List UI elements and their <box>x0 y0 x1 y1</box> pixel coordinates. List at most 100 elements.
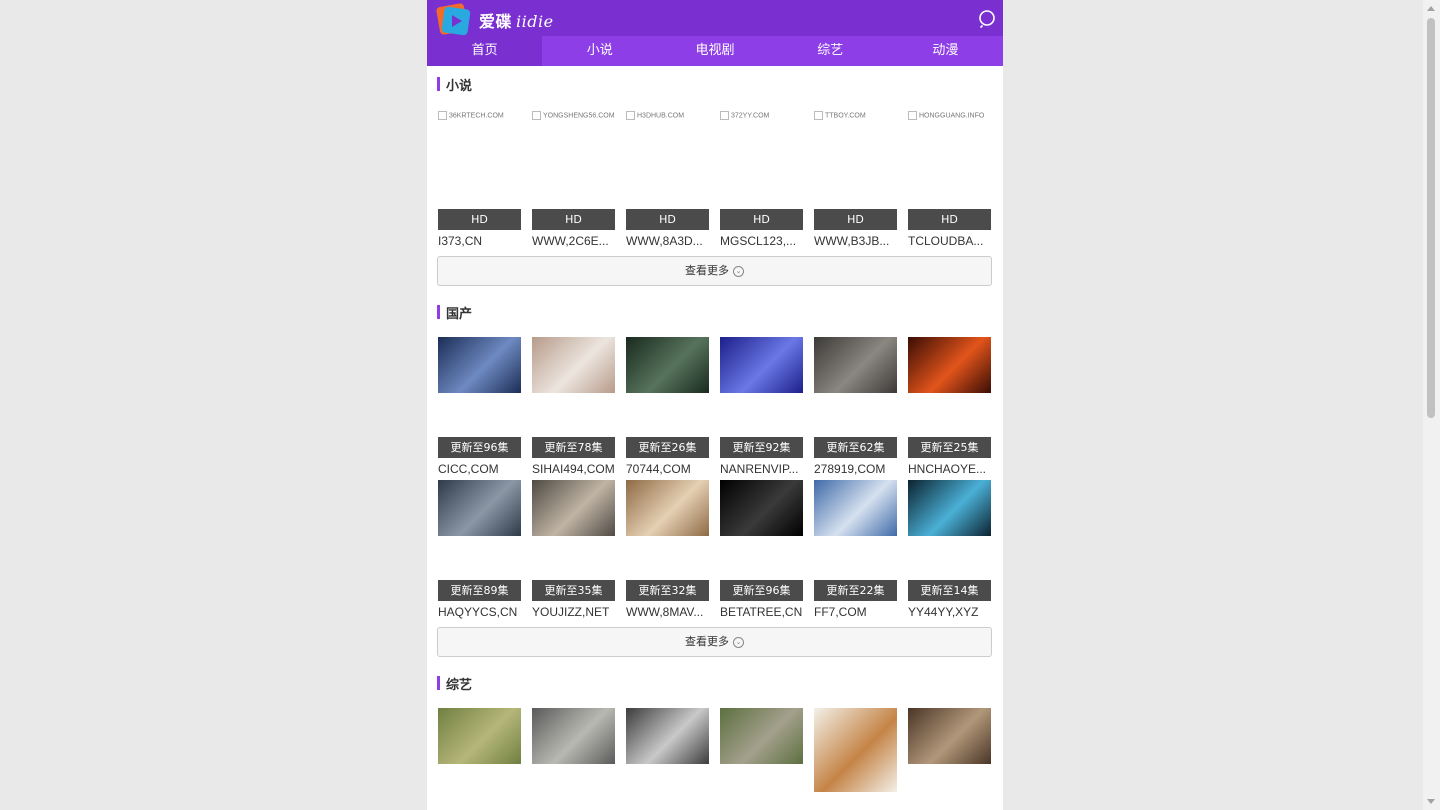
video-title[interactable]: WWW,B3JB... <box>814 230 897 252</box>
video-card[interactable]: 更新至92集 NANRENVIP... <box>720 337 803 480</box>
broken-image-icon <box>532 111 541 120</box>
video-thumbnail[interactable] <box>814 708 897 792</box>
thumbnail-image <box>626 708 709 764</box>
nav-item-anime[interactable]: 动漫 <box>888 36 1003 66</box>
logo-icon[interactable] <box>436 2 472 36</box>
video-title[interactable]: HNCHAOYE... <box>908 458 991 480</box>
video-thumbnail[interactable]: 36KRTECH.COM <box>438 109 521 209</box>
status-badge: 更新至22集 <box>814 580 897 601</box>
video-title[interactable]: YY44YY,XYZ <box>908 601 991 623</box>
video-card[interactable]: 更新至35集 YOUJIZZ,NET <box>532 480 615 623</box>
nav-item-novel[interactable]: 小说 <box>542 36 657 66</box>
video-card[interactable]: HONGGUANG.INFO HD TCLOUDBA... <box>908 109 991 252</box>
video-title[interactable]: BETATREE,CN <box>720 601 803 623</box>
thumbnail-image <box>814 708 897 792</box>
video-card[interactable]: 更新至14集 YY44YY,XYZ <box>908 480 991 623</box>
logo-en: iidie <box>516 12 554 31</box>
video-card[interactable]: H3DHUB.COM HD WWW,8A3D... <box>626 109 709 252</box>
video-card[interactable]: 更新至96集 BETATREE,CN <box>720 480 803 623</box>
video-thumbnail[interactable]: TTBOY.COM <box>814 109 897 209</box>
video-title[interactable]: WWW,8MAV... <box>626 601 709 623</box>
video-card[interactable]: 更新至96集 CICC,COM <box>438 337 521 480</box>
video-title[interactable]: TCLOUDBA... <box>908 230 991 252</box>
video-thumbnail[interactable] <box>908 480 991 580</box>
video-title[interactable]: MGSCL123,... <box>720 230 803 252</box>
video-thumbnail[interactable] <box>720 337 803 437</box>
broken-image-icon <box>626 111 635 120</box>
video-thumbnail[interactable] <box>814 480 897 580</box>
video-card[interactable]: 372YY.COM HD MGSCL123,... <box>720 109 803 252</box>
video-thumbnail[interactable] <box>720 480 803 580</box>
video-card[interactable] <box>626 708 709 792</box>
site-logo-text[interactable]: 爱碟 iidie <box>479 8 554 32</box>
video-title[interactable]: WWW,2C6E... <box>532 230 615 252</box>
video-title[interactable]: YOUJIZZ,NET <box>532 601 615 623</box>
section-title-text: 综艺 <box>446 677 473 693</box>
video-thumbnail[interactable] <box>908 708 991 792</box>
status-badge: 更新至96集 <box>438 437 521 458</box>
status-badge: HD <box>908 209 991 230</box>
video-thumbnail[interactable]: 372YY.COM <box>720 109 803 209</box>
video-thumbnail[interactable] <box>626 337 709 437</box>
video-card[interactable]: 更新至78集 SIHAI494,COM <box>532 337 615 480</box>
video-card[interactable] <box>532 708 615 792</box>
video-title[interactable]: CICC,COM <box>438 458 521 480</box>
video-card[interactable]: 更新至32集 WWW,8MAV... <box>626 480 709 623</box>
video-thumbnail[interactable] <box>626 480 709 580</box>
video-title[interactable]: 278919,COM <box>814 458 897 480</box>
scroll-up-arrow-icon[interactable] <box>1427 6 1435 11</box>
video-card[interactable]: 36KRTECH.COM HD I373,CN <box>438 109 521 252</box>
video-card[interactable] <box>438 708 521 792</box>
video-title[interactable]: SIHAI494,COM <box>532 458 615 480</box>
video-title[interactable]: FF7,COM <box>814 601 897 623</box>
thumbnail-image <box>814 480 897 536</box>
alt-text: H3DHUB.COM <box>637 112 685 120</box>
video-thumbnail[interactable]: YONGSHENG56.COM <box>532 109 615 209</box>
video-card[interactable] <box>720 708 803 792</box>
video-thumbnail[interactable] <box>438 337 521 437</box>
thumbnail-image <box>814 337 897 393</box>
video-thumbnail[interactable] <box>720 708 803 792</box>
thumbnail-image <box>908 337 991 393</box>
video-title[interactable]: NANRENVIP... <box>720 458 803 480</box>
thumbnail-image <box>720 337 803 393</box>
nav-item-variety[interactable]: 综艺 <box>773 36 888 66</box>
video-thumbnail[interactable] <box>438 480 521 580</box>
video-thumbnail[interactable] <box>814 337 897 437</box>
status-badge: 更新至14集 <box>908 580 991 601</box>
status-badge: HD <box>814 209 897 230</box>
video-card[interactable] <box>908 708 991 792</box>
scrollbar[interactable] <box>1423 0 1440 810</box>
nav-item-tv[interactable]: 电视剧 <box>657 36 772 66</box>
topbar: 爱碟 iidie <box>427 0 1003 36</box>
video-card[interactable]: 更新至89集 HAQYYCS,CN <box>438 480 521 623</box>
scroll-down-arrow-icon[interactable] <box>1427 799 1435 804</box>
video-card[interactable]: 更新至25集 HNCHAOYE... <box>908 337 991 480</box>
scroll-thumb[interactable] <box>1427 18 1435 418</box>
view-more-button[interactable]: 查看更多 ⌄ <box>437 627 992 657</box>
video-thumbnail[interactable]: HONGGUANG.INFO <box>908 109 991 209</box>
video-thumbnail[interactable] <box>532 480 615 580</box>
video-title[interactable]: 70744,COM <box>626 458 709 480</box>
video-title[interactable]: HAQYYCS,CN <box>438 601 521 623</box>
video-card[interactable]: TTBOY.COM HD WWW,B3JB... <box>814 109 897 252</box>
video-card[interactable] <box>814 708 897 792</box>
nav-item-home[interactable]: 首页 <box>427 36 543 66</box>
video-thumbnail[interactable] <box>532 337 615 437</box>
video-thumbnail[interactable] <box>532 708 615 792</box>
video-thumbnail[interactable] <box>626 708 709 792</box>
video-title[interactable]: I373,CN <box>438 230 521 252</box>
video-thumbnail[interactable]: H3DHUB.COM <box>626 109 709 209</box>
broken-image-icon <box>814 111 823 120</box>
search-icon[interactable] <box>978 9 998 29</box>
video-card[interactable]: 更新至26集 70744,COM <box>626 337 709 480</box>
video-card[interactable]: YONGSHENG56.COM HD WWW,2C6E... <box>532 109 615 252</box>
video-title[interactable]: WWW,8A3D... <box>626 230 709 252</box>
video-card[interactable]: 更新至62集 278919,COM <box>814 337 897 480</box>
video-grid: 36KRTECH.COM HD I373,CN YONGSHENG56.COM HD WW… <box>438 109 992 252</box>
status-badge: 更新至26集 <box>626 437 709 458</box>
video-thumbnail[interactable] <box>438 708 521 792</box>
view-more-button[interactable]: 查看更多 ⌄ <box>437 256 992 286</box>
video-thumbnail[interactable] <box>908 337 991 437</box>
video-card[interactable]: 更新至22集 FF7,COM <box>814 480 897 623</box>
